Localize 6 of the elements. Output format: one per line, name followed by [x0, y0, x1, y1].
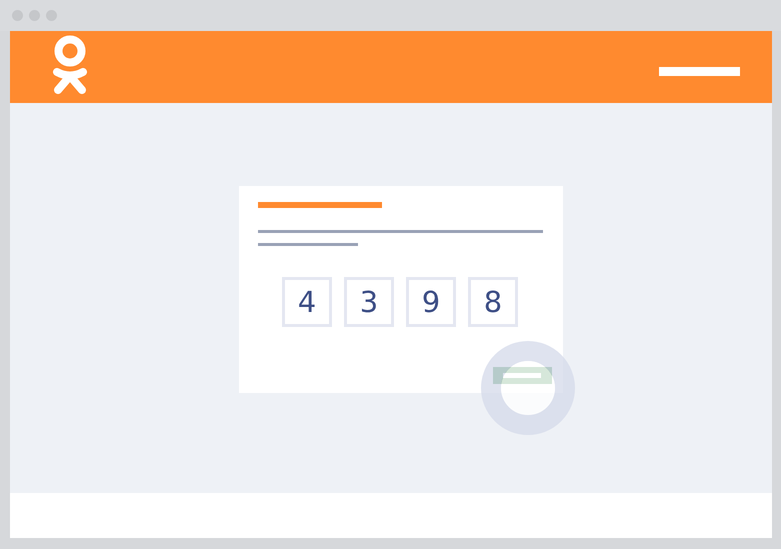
- code-digit-box[interactable]: 4: [282, 277, 332, 327]
- code-digit-box[interactable]: 9: [406, 277, 456, 327]
- code-digit-box[interactable]: 3: [344, 277, 394, 327]
- code-digit-box[interactable]: 8: [468, 277, 518, 327]
- menu-bar[interactable]: [659, 66, 740, 76]
- logo-icon: [52, 35, 88, 97]
